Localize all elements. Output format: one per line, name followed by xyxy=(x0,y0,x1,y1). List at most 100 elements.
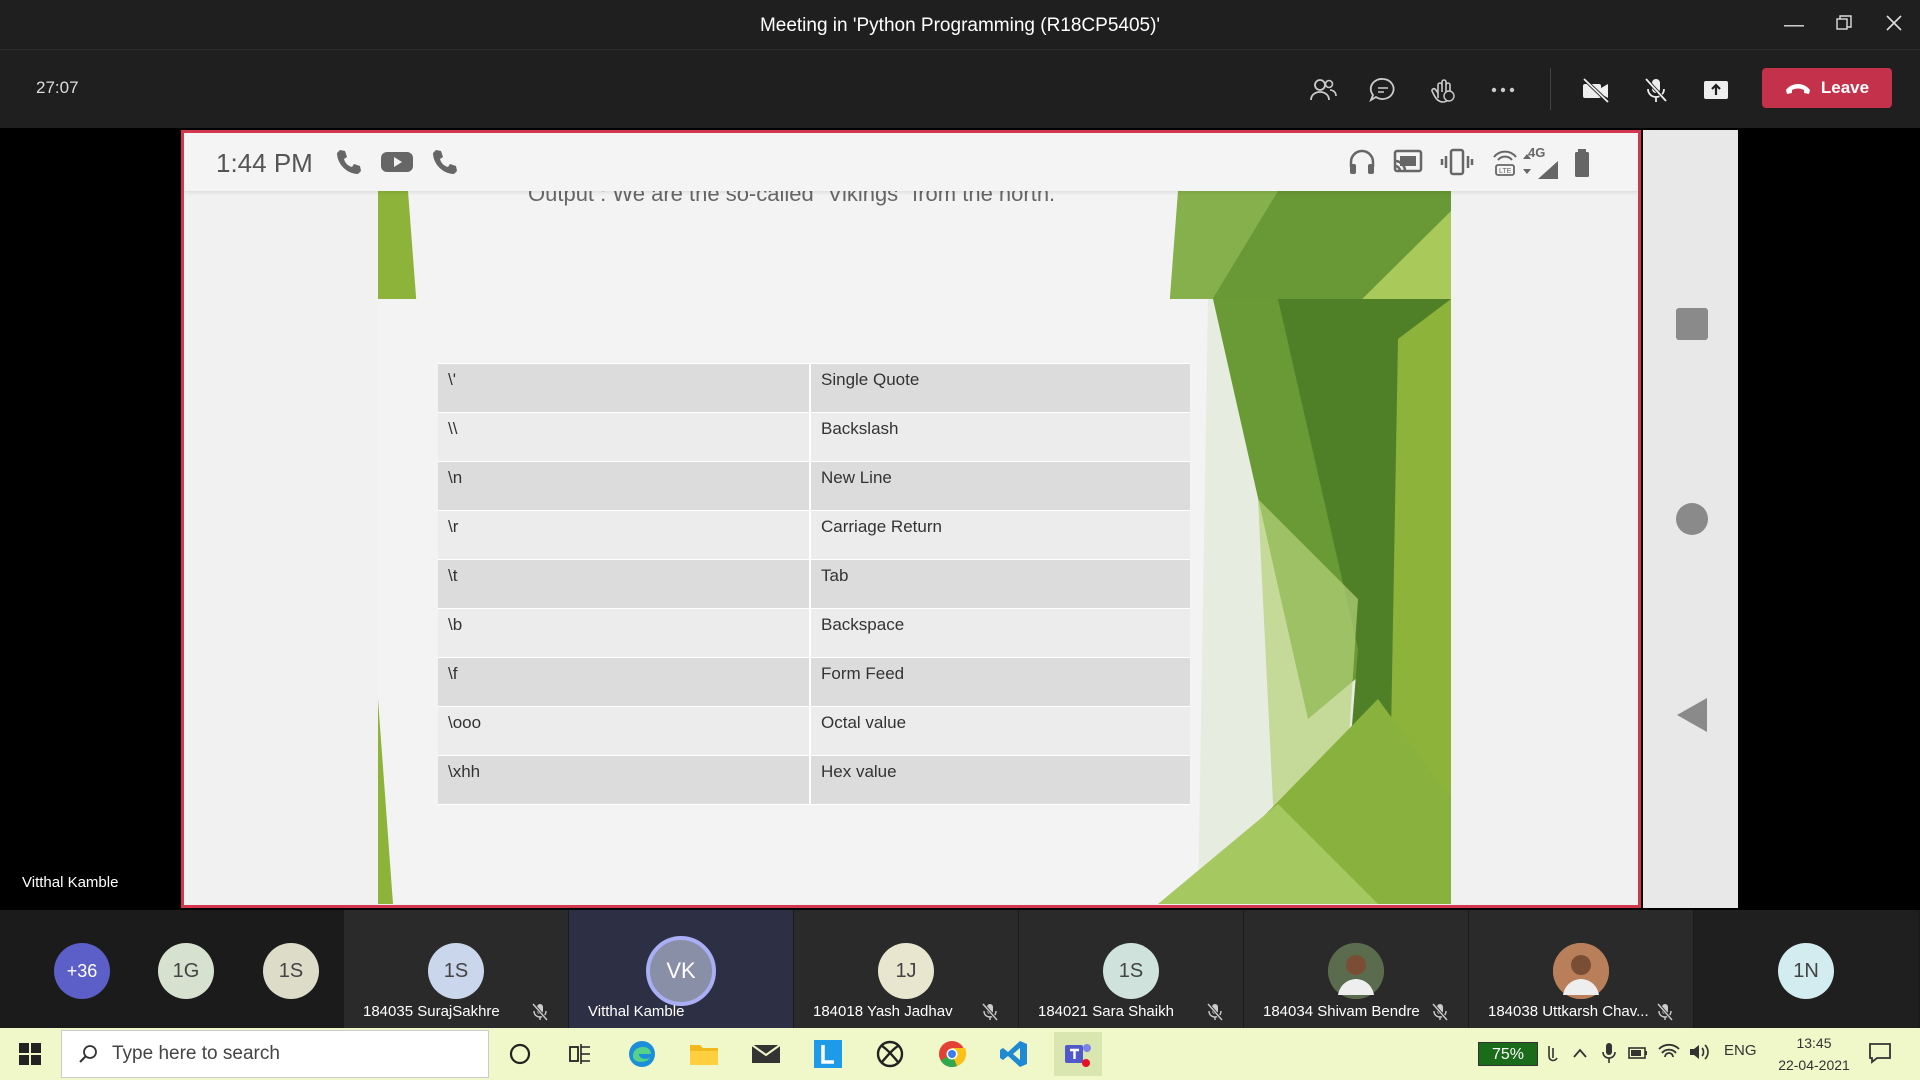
chevron-up-icon[interactable] xyxy=(1572,1046,1588,1060)
escape-code-cell: \f xyxy=(438,657,811,707)
participant-avatar: 1N xyxy=(1778,943,1834,999)
windows-taskbar: Type here to search 75% ENG 13:45 22-04-… xyxy=(0,1028,1920,1080)
participants-button[interactable] xyxy=(1303,70,1343,110)
start-button[interactable] xyxy=(0,1028,60,1080)
search-icon xyxy=(79,1045,97,1063)
minimize-button[interactable]: — xyxy=(1774,10,1814,40)
escape-code-cell: \' xyxy=(438,363,811,413)
home-button[interactable] xyxy=(1676,503,1708,535)
more-icon xyxy=(1491,87,1515,93)
meeting-toolbar: 27:07 Leave xyxy=(0,50,1920,128)
mic-off-icon xyxy=(1432,1003,1448,1021)
mic-off-icon xyxy=(532,1003,548,1021)
chat-icon xyxy=(1369,78,1395,103)
participant-tile[interactable]: VK Vitthal Kamble xyxy=(569,910,793,1028)
folder-icon xyxy=(690,1045,718,1065)
camera-off-icon xyxy=(1582,77,1610,104)
table-row: \\ Backslash xyxy=(438,412,1190,462)
mail-app[interactable] xyxy=(748,1036,784,1072)
more-options-button[interactable] xyxy=(1483,70,1523,110)
share-content-button[interactable] xyxy=(1696,70,1736,110)
shared-screen: 1:44 PM LTE 4G Output : We are the so-ca… xyxy=(181,130,1641,908)
clock-date: 22-04-2021 xyxy=(1778,1057,1850,1073)
table-row: \ooo Octal value xyxy=(438,706,1190,756)
phone-navigation-bar xyxy=(1643,130,1738,908)
microphone-icon[interactable] xyxy=(1602,1042,1616,1064)
l-app[interactable] xyxy=(810,1036,846,1072)
escape-sequence-table: \' Single Quote \\ Backslash \n New Line \r Car… xyxy=(438,363,1190,805)
participant-name: 184034 Shivam Bendre xyxy=(1263,1003,1420,1020)
participant-name: Vitthal Kamble xyxy=(588,1003,685,1020)
edge-app[interactable] xyxy=(624,1036,660,1072)
mic-off-icon xyxy=(982,1003,998,1021)
camera-toggle-button[interactable] xyxy=(1576,70,1616,110)
volume-icon[interactable] xyxy=(1688,1042,1710,1062)
taskbar-clock[interactable]: 13:45 22-04-2021 xyxy=(1764,1032,1864,1076)
task-view-button[interactable] xyxy=(562,1036,598,1072)
window-titlebar: Meeting in 'Python Programming (R18CP540… xyxy=(0,0,1920,50)
l-app-icon xyxy=(814,1040,842,1068)
taskbar-search[interactable]: Type here to search xyxy=(61,1030,489,1078)
restore-button[interactable] xyxy=(1824,10,1864,40)
teams-app[interactable] xyxy=(1054,1032,1102,1076)
presenter-name: Vitthal Kamble xyxy=(22,874,119,891)
mic-toggle-button[interactable] xyxy=(1636,70,1676,110)
more-participants-button[interactable]: +36 xyxy=(54,943,110,999)
escape-meaning-cell: Backslash xyxy=(810,412,1190,462)
phone-status-bar: 1:44 PM LTE 4G xyxy=(184,133,1638,191)
participant-avatar: VK xyxy=(646,936,716,1006)
close-button[interactable] xyxy=(1874,10,1914,40)
participant-tile[interactable]: 1J 184018 Yash Jadhav xyxy=(794,910,1018,1028)
back-icon[interactable] xyxy=(1675,696,1709,734)
headphones-icon xyxy=(1349,149,1375,174)
participant-avatar: 1J xyxy=(878,943,934,999)
participant-tile[interactable]: 184034 Shivam Bendre xyxy=(1244,910,1468,1028)
hang-up-icon xyxy=(1785,84,1810,94)
notifications-icon[interactable] xyxy=(1868,1042,1892,1064)
mail-icon xyxy=(751,1044,781,1063)
table-row: \r Carriage Return xyxy=(438,510,1190,560)
current-slide: \' Single Quote \\ Backslash \n New Line \r Car… xyxy=(378,299,1451,904)
leave-button[interactable]: Leave xyxy=(1762,68,1892,108)
table-row: \xhh Hex value xyxy=(438,755,1190,805)
participant-name: 184035 SurajSakhre xyxy=(363,1003,500,1020)
table-row: \' Single Quote xyxy=(438,363,1190,413)
recent-apps-button[interactable] xyxy=(1676,308,1708,340)
xbox-app[interactable] xyxy=(872,1036,908,1072)
escape-code-cell: \n xyxy=(438,461,811,511)
edge-icon xyxy=(629,1041,655,1067)
escape-code-cell: \ooo xyxy=(438,706,811,756)
wifi-icon[interactable] xyxy=(1658,1042,1680,1062)
participant-tile[interactable]: 184038 Uttkarsh Chav... xyxy=(1469,910,1693,1028)
people-icon xyxy=(1310,79,1337,101)
participant-tile[interactable]: 1S 184021 Sara Shaikh xyxy=(1019,910,1243,1028)
chat-button[interactable] xyxy=(1363,70,1403,110)
chrome-app[interactable] xyxy=(934,1036,970,1072)
table-row: \f Form Feed xyxy=(438,657,1190,707)
youtube-icon xyxy=(381,152,413,172)
participant-tile[interactable]: 1N xyxy=(1694,910,1918,1028)
escape-meaning-cell: Form Feed xyxy=(810,657,1190,707)
clock-time: 13:45 xyxy=(1796,1035,1832,1051)
participant-avatar[interactable]: 1S xyxy=(263,943,319,999)
leave-label: Leave xyxy=(1820,78,1870,97)
participant-tile[interactable]: 1S 184035 SurajSakhre xyxy=(344,910,568,1028)
battery-percentage[interactable]: 75% xyxy=(1478,1042,1538,1066)
touch-keyboard-icon[interactable] xyxy=(1546,1044,1558,1064)
participants-strip: +36 1G 1S 1S 184035 SurajSakhre VK Vitthal … xyxy=(0,910,1920,1028)
participant-avatar: 1S xyxy=(1103,943,1159,999)
signal-arrows-icon xyxy=(1523,154,1531,174)
participant-avatar[interactable]: 1G xyxy=(158,943,214,999)
cortana-button[interactable] xyxy=(502,1036,538,1072)
vscode-app[interactable] xyxy=(996,1036,1032,1072)
reactions-button[interactable] xyxy=(1423,70,1463,110)
file-explorer-app[interactable] xyxy=(686,1036,722,1072)
share-icon xyxy=(1704,81,1728,99)
escape-code-cell: \xhh xyxy=(438,755,811,805)
escape-code-cell: \t xyxy=(438,559,811,609)
input-language[interactable]: ENG xyxy=(1724,1042,1757,1059)
battery-tray-icon[interactable] xyxy=(1628,1044,1648,1062)
shared-screen-stage: 1:44 PM LTE 4G Output : We are the so-ca… xyxy=(0,128,1920,910)
cortana-icon xyxy=(509,1043,531,1065)
phone-call-icon xyxy=(337,150,361,174)
